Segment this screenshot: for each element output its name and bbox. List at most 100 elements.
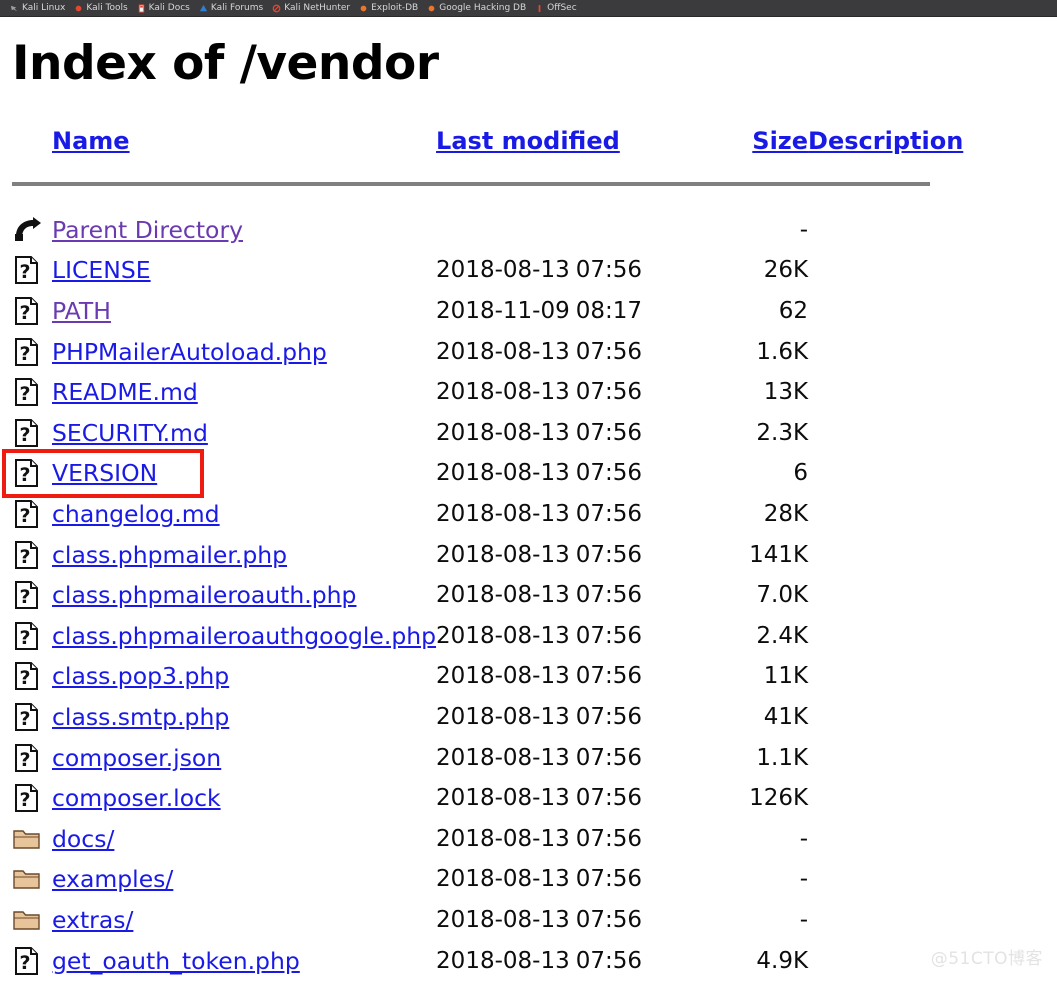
last-modified-time: 07:56 <box>575 460 643 487</box>
table-row: extras/2018-08-13 07:56 - <box>12 900 963 941</box>
file-name-cell: extras/ <box>52 900 436 941</box>
table-row: ? README.md 2018-08-13 07:56 13K <box>12 372 963 413</box>
kali-tools-icon <box>74 4 86 13</box>
last-modified-time: 07:56 <box>575 419 643 446</box>
file-link[interactable]: SECURITY.md <box>52 419 208 447</box>
file-link[interactable]: PATH <box>52 297 111 325</box>
last-modified-date: 2018-08-13 <box>436 704 570 731</box>
column-header-description[interactable]: Description <box>808 127 963 169</box>
file-name-cell: LICENSE <box>52 250 436 291</box>
svg-text:?: ? <box>19 505 30 527</box>
kali-forums-icon <box>199 4 211 13</box>
bookmark-kali-tools[interactable]: Kali Tools <box>74 0 128 16</box>
file-name-cell: README.md <box>52 372 436 413</box>
file-link[interactable]: composer.json <box>52 744 221 772</box>
google-hacking-db-icon <box>427 4 439 13</box>
file-link[interactable]: class.phpmaileroauthgoogle.php <box>52 622 436 650</box>
file-link[interactable]: class.smtp.php <box>52 703 229 731</box>
last-modified-date: 2018-08-13 <box>436 906 570 933</box>
last-modified-time: 07:56 <box>575 704 643 731</box>
unknown-file-icon: ? <box>12 291 52 332</box>
file-name-cell: VERSION <box>52 453 436 494</box>
header-separator-cell <box>12 169 963 210</box>
bookmark-label: Kali Forums <box>210 2 264 13</box>
table-row: ? VERSION 2018-08-13 07:56 6 <box>12 453 963 494</box>
description-cell <box>808 656 963 697</box>
size-cell: 126K <box>749 785 809 812</box>
bookmark-google-hacking-db[interactable]: Google Hacking DB <box>427 0 526 16</box>
svg-text:?: ? <box>19 424 30 446</box>
sort-by-name-link[interactable]: Name <box>52 127 130 155</box>
file-link[interactable]: Parent Directory <box>52 216 243 244</box>
file-name-cell: SECURITY.md <box>52 413 436 454</box>
file-name-cell: composer.json <box>52 737 436 778</box>
bookmark-label: Kali Docs <box>148 2 190 13</box>
bookmark-kali-linux[interactable]: Kali Linux <box>10 0 66 16</box>
last-modified-time: 07:56 <box>575 825 643 852</box>
directory-listing-page: Index of /vendor Name Last modified Size <box>0 17 1057 975</box>
bookmark-kali-docs[interactable]: Kali Docs <box>137 0 190 16</box>
sort-by-date-link[interactable]: Last modified <box>436 127 620 155</box>
sort-by-description-link[interactable]: Description <box>808 127 963 155</box>
last-modified-time: 07:56 <box>575 338 643 365</box>
file-link[interactable]: examples/ <box>52 865 173 893</box>
file-link[interactable]: get_oauth_token.php <box>52 947 300 975</box>
last-modified-date: 2018-08-13 <box>436 460 570 487</box>
last-modified-cell: 2018-08-13 07:56 <box>436 453 728 494</box>
file-link[interactable]: composer.lock <box>52 784 221 812</box>
file-link[interactable]: class.phpmailer.php <box>52 541 287 569</box>
last-modified-date: 2018-08-13 <box>436 947 570 974</box>
file-link[interactable]: PHPMailerAutoload.php <box>52 338 327 366</box>
kali-docs-icon <box>137 3 149 13</box>
table-row: ? PHPMailerAutoload.php 2018-08-13 07:56 1.6… <box>12 331 963 372</box>
table-row: ? class.phpmaileroauthgoogle.php 2018-08-1… <box>12 616 963 657</box>
unknown-file-icon: ? <box>12 331 52 372</box>
description-cell <box>808 737 963 778</box>
column-header-last-modified[interactable]: Last modified <box>436 127 728 169</box>
last-modified-time: 07:56 <box>575 906 643 933</box>
description-cell <box>808 453 963 494</box>
svg-text:?: ? <box>19 667 30 689</box>
browser-bookmarks-bar: Kali Linux Kali Tools Kali Docs Kali Forums… <box>0 0 1057 17</box>
bookmark-exploit-db[interactable]: Exploit-DB <box>359 0 418 16</box>
file-link[interactable]: class.pop3.php <box>52 662 229 690</box>
description-cell <box>808 291 963 332</box>
last-modified-cell: 2018-08-13 07:56 <box>436 413 728 454</box>
description-cell <box>808 575 963 616</box>
file-link[interactable]: changelog.md <box>52 500 220 528</box>
description-cell <box>808 210 963 251</box>
file-link[interactable]: LICENSE <box>52 256 151 284</box>
file-link[interactable]: VERSION <box>52 459 157 487</box>
description-cell <box>808 697 963 738</box>
bookmark-kali-nethunter[interactable]: Kali NetHunter <box>272 0 351 16</box>
bookmark-kali-forums[interactable]: Kali Forums <box>199 0 264 16</box>
last-modified-date: 2018-08-13 <box>436 338 570 365</box>
folder-icon <box>12 859 52 900</box>
column-header-name[interactable]: Name <box>52 127 436 169</box>
column-header-size[interactable]: Size <box>728 127 808 169</box>
last-modified-time: 07:56 <box>575 785 643 812</box>
file-name-cell: class.smtp.php <box>52 697 436 738</box>
file-name-cell: Parent Directory <box>52 210 436 251</box>
file-link[interactable]: docs/ <box>52 825 114 853</box>
file-link[interactable]: extras/ <box>52 906 133 934</box>
last-modified-cell: 2018-08-13 07:56 <box>436 656 728 697</box>
sort-by-size-link[interactable]: Size <box>752 127 808 155</box>
file-link[interactable]: README.md <box>52 378 198 406</box>
size-cell: 41K <box>763 704 809 731</box>
bookmark-offsec[interactable]: OffSec <box>535 0 577 16</box>
svg-text:?: ? <box>19 546 30 568</box>
svg-text:?: ? <box>19 708 30 730</box>
size-cell: 141K <box>749 541 809 568</box>
svg-text:?: ? <box>19 302 30 324</box>
bookmark-label: Kali Linux <box>22 2 66 13</box>
bookmark-label: Kali NetHunter <box>284 2 351 13</box>
last-modified-time: 07:56 <box>575 379 643 406</box>
header-spacer-icon <box>12 127 52 169</box>
size-cell: 2.4K <box>756 622 809 649</box>
offsec-icon <box>535 4 547 13</box>
unknown-file-icon: ? <box>12 372 52 413</box>
file-link[interactable]: class.phpmaileroauth.php <box>52 581 356 609</box>
description-cell <box>808 616 963 657</box>
last-modified-time: 07:56 <box>575 744 643 771</box>
